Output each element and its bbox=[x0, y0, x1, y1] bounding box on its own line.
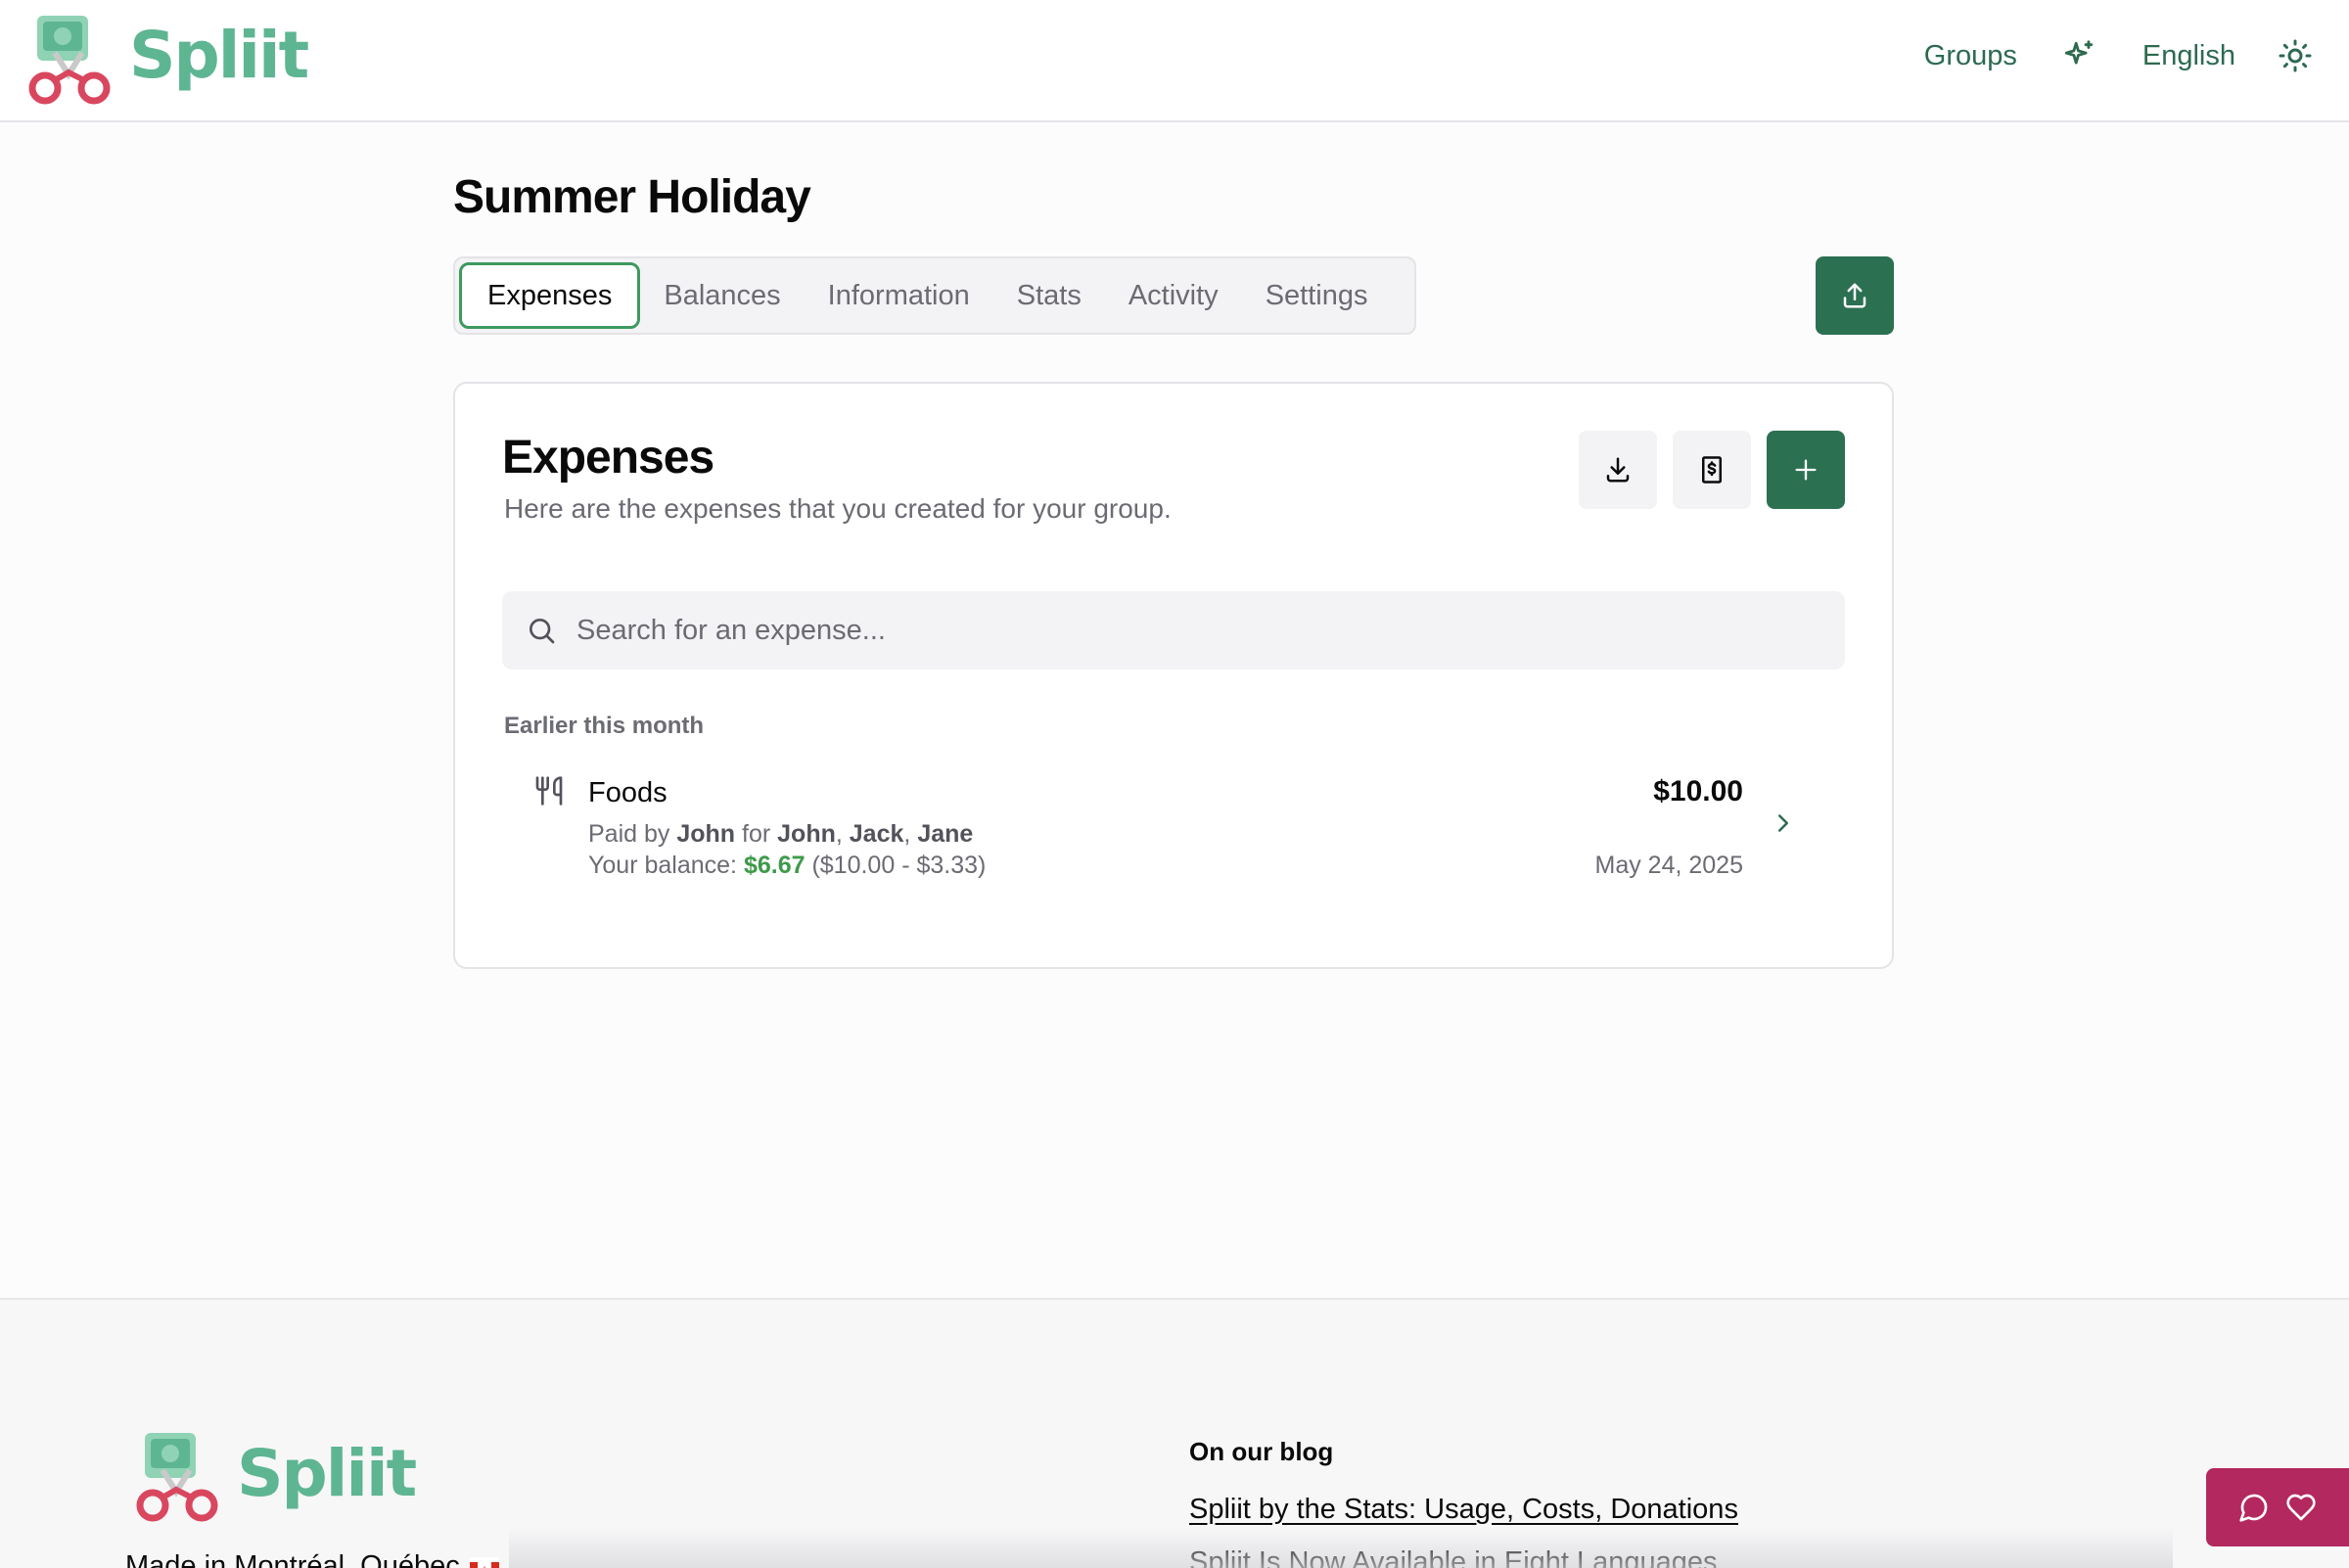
tab-balances[interactable]: Balances bbox=[640, 262, 804, 329]
footer-logo-text: Spliit bbox=[237, 1435, 417, 1511]
search-bar bbox=[502, 591, 1845, 669]
feedback-button[interactable] bbox=[2206, 1468, 2349, 1546]
language-selector[interactable]: English bbox=[2142, 40, 2235, 72]
blog-heading: On our blog bbox=[1189, 1437, 1334, 1466]
tab-expenses[interactable]: Expenses bbox=[459, 262, 641, 329]
chat-icon bbox=[2239, 1494, 2268, 1522]
receipt-icon bbox=[1702, 456, 1722, 484]
nav-groups-link[interactable]: Groups bbox=[1924, 40, 2017, 72]
tab-activity[interactable]: Activity bbox=[1105, 262, 1242, 329]
balance-detail: ($10.00 - $3.33) bbox=[811, 852, 987, 879]
tab-information[interactable]: Information bbox=[805, 262, 993, 329]
date-group-label: Earlier this month bbox=[504, 713, 705, 739]
logo-mark bbox=[131, 1431, 223, 1523]
expense-date: May 24, 2025 bbox=[1594, 852, 1744, 879]
card-title: Expenses bbox=[502, 432, 714, 484]
heart-icon bbox=[2286, 1494, 2316, 1521]
expense-amount: $10.00 bbox=[1653, 775, 1743, 807]
participant-name: Jane bbox=[917, 820, 974, 848]
top-navbar: Spliit Groups English bbox=[0, 0, 2349, 122]
search-icon bbox=[530, 619, 555, 644]
logo[interactable]: Spliit bbox=[23, 14, 309, 106]
share-button[interactable] bbox=[1816, 256, 1894, 335]
blog-link[interactable]: Spliit Is Now Available in Eight Languag… bbox=[1189, 1546, 1718, 1568]
fork-knife-icon bbox=[533, 775, 565, 811]
logo-text: Spliit bbox=[129, 17, 309, 93]
sun-icon[interactable] bbox=[2277, 37, 2314, 74]
chevron-right-icon bbox=[1769, 808, 1798, 843]
nav-links: Groups English bbox=[1924, 37, 2314, 74]
participant-name: John bbox=[777, 820, 836, 848]
for-word: for bbox=[742, 820, 771, 848]
plus-icon bbox=[1795, 459, 1817, 481]
create-from-receipt-button[interactable] bbox=[1673, 431, 1751, 509]
expense-row[interactable]: Foods Paid by John for John, Jack, Jane … bbox=[502, 769, 1845, 887]
made-in-label: Made in Montréal, Québec bbox=[125, 1550, 460, 1568]
expense-paid-by: Paid by John for John, Jack, Jane bbox=[588, 820, 974, 848]
paid-by-prefix: Paid by bbox=[588, 820, 670, 848]
sparkles-icon[interactable] bbox=[2060, 37, 2097, 74]
card-actions bbox=[1579, 431, 1845, 509]
footer-logo[interactable]: Spliit bbox=[131, 1431, 417, 1523]
participant-name: Jack bbox=[849, 820, 904, 848]
group-tabs: Expenses Balances Information Stats Acti… bbox=[453, 256, 1416, 335]
expense-balance: Your balance: $6.67 ($10.00 - $3.33) bbox=[588, 852, 986, 880]
balance-prefix: Your balance: bbox=[588, 852, 737, 879]
tab-settings[interactable]: Settings bbox=[1242, 262, 1392, 329]
logo-mark bbox=[23, 14, 115, 106]
blog-link[interactable]: Spliit by the Stats: Usage, Costs, Donat… bbox=[1189, 1494, 1738, 1526]
tab-stats[interactable]: Stats bbox=[993, 262, 1105, 329]
share-icon bbox=[1843, 283, 1866, 308]
canada-flag-icon bbox=[469, 1556, 499, 1568]
download-icon bbox=[1606, 457, 1630, 483]
expense-title: Foods bbox=[588, 777, 668, 808]
search-input[interactable] bbox=[576, 614, 1800, 647]
card-subtitle: Here are the expenses that you created f… bbox=[504, 493, 1172, 524]
made-in-text: Made in Montréal, Québec bbox=[125, 1550, 499, 1568]
export-button[interactable] bbox=[1579, 431, 1657, 509]
payer-name: John bbox=[676, 820, 736, 848]
balance-amount: $6.67 bbox=[743, 852, 806, 879]
group-title: Summer Holiday bbox=[453, 171, 811, 223]
expenses-card: Expenses Here are the expenses that you … bbox=[453, 382, 1894, 969]
footer: Spliit Made in Montréal, Québec On our b… bbox=[0, 1298, 2349, 1568]
add-expense-button[interactable] bbox=[1767, 431, 1845, 509]
